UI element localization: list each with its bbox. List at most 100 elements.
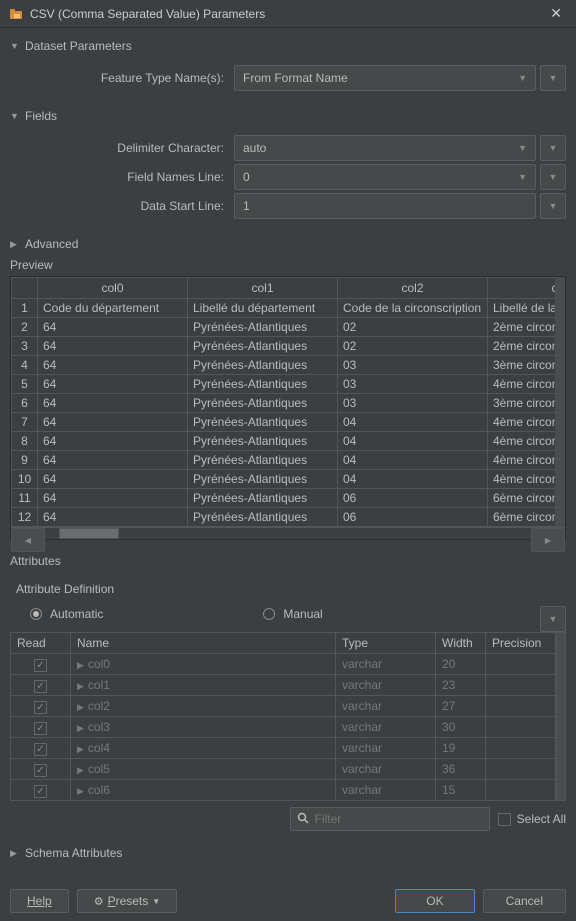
attr-name-cell[interactable]: ▶col2 [71, 696, 336, 717]
cell[interactable]: 04 [338, 470, 488, 489]
cell[interactable]: Pyrénées-Atlantiques [188, 489, 338, 508]
cell[interactable]: 2ème circonscript [488, 318, 556, 337]
data-start-line-input[interactable]: 1 [234, 193, 536, 219]
attr-precision-cell[interactable] [486, 759, 556, 780]
cell[interactable]: 4ème circonscript [488, 413, 556, 432]
cell[interactable]: 64 [38, 375, 188, 394]
attr-header-precision[interactable]: Precision [486, 633, 556, 654]
cell[interactable]: 64 [38, 394, 188, 413]
table-row[interactable]: 864Pyrénées-Atlantiques044ème circonscri… [12, 432, 556, 451]
cell[interactable]: 4ème circonscript [488, 432, 556, 451]
cell[interactable]: 4ème circonscript [488, 375, 556, 394]
attr-precision-cell[interactable] [486, 717, 556, 738]
field-names-line-options-button[interactable]: ▼ [540, 164, 566, 190]
cell[interactable]: 06 [338, 489, 488, 508]
table-row[interactable]: ✓▶col4varchar19 [11, 738, 556, 759]
attr-precision-cell[interactable] [486, 675, 556, 696]
attr-type-cell[interactable]: varchar [336, 780, 436, 801]
attr-type-cell[interactable]: varchar [336, 738, 436, 759]
table-row[interactable]: 1264Pyrénées-Atlantiques066ème circonscr… [12, 508, 556, 527]
attr-type-cell[interactable]: varchar [336, 675, 436, 696]
attr-name-cell[interactable]: ▶col6 [71, 780, 336, 801]
table-row[interactable]: 364Pyrénées-Atlantiques022ème circonscri… [12, 337, 556, 356]
data-start-line-options-button[interactable]: ▼ [540, 193, 566, 219]
vertical-scrollbar[interactable] [556, 632, 566, 801]
table-row[interactable]: ✓▶col1varchar23 [11, 675, 556, 696]
table-row[interactable]: 1064Pyrénées-Atlantiques044ème circonscr… [12, 470, 556, 489]
attr-width-cell[interactable]: 15 [436, 780, 486, 801]
ok-button[interactable]: OK [395, 889, 474, 913]
col-header[interactable]: col2 [338, 278, 488, 299]
attr-precision-cell[interactable] [486, 738, 556, 759]
attribute-definition-options-button[interactable]: ▼ [540, 606, 566, 632]
filter-text-field[interactable] [315, 812, 483, 826]
cell[interactable]: 02 [338, 318, 488, 337]
cell[interactable]: Pyrénées-Atlantiques [188, 318, 338, 337]
col-header[interactable]: col1 [188, 278, 338, 299]
cell[interactable]: 04 [338, 432, 488, 451]
cell[interactable]: 06 [338, 508, 488, 527]
read-checkbox-cell[interactable]: ✓ [11, 717, 71, 738]
cell[interactable]: 64 [38, 356, 188, 375]
table-row[interactable]: 964Pyrénées-Atlantiques044ème circonscri… [12, 451, 556, 470]
cell[interactable]: 04 [338, 451, 488, 470]
cell[interactable]: 02 [338, 337, 488, 356]
section-header-advanced[interactable]: ▶ Advanced [10, 232, 566, 256]
attr-precision-cell[interactable] [486, 696, 556, 717]
cell[interactable]: Pyrénées-Atlantiques [188, 451, 338, 470]
cell[interactable]: Pyrénées-Atlantiques [188, 356, 338, 375]
cell[interactable]: 6ème circonscript [488, 489, 556, 508]
cell[interactable]: 2ème circonscript [488, 337, 556, 356]
read-checkbox-cell[interactable]: ✓ [11, 738, 71, 759]
cell[interactable]: 03 [338, 356, 488, 375]
presets-button[interactable]: ⚙ Presets ▼ [77, 889, 178, 913]
attr-name-cell[interactable]: ▶col4 [71, 738, 336, 759]
attr-precision-cell[interactable] [486, 654, 556, 675]
attr-width-cell[interactable]: 36 [436, 759, 486, 780]
radio-automatic[interactable]: Automatic [30, 607, 103, 621]
table-row[interactable]: 564Pyrénées-Atlantiques034ème circonscri… [12, 375, 556, 394]
attr-width-cell[interactable]: 20 [436, 654, 486, 675]
table-row[interactable]: 664Pyrénées-Atlantiques033ème circonscri… [12, 394, 556, 413]
table-row[interactable]: ✓▶col2varchar27 [11, 696, 556, 717]
attr-width-cell[interactable]: 19 [436, 738, 486, 759]
attr-width-cell[interactable]: 27 [436, 696, 486, 717]
table-row[interactable]: ✓▶col0varchar20 [11, 654, 556, 675]
attr-header-name[interactable]: Name [71, 633, 336, 654]
filter-input[interactable] [290, 807, 490, 831]
cell[interactable]: 6ème circonscript [488, 508, 556, 527]
section-header-schema-attributes[interactable]: ▶ Schema Attributes [10, 841, 566, 865]
close-icon[interactable]: ✕ [544, 3, 568, 24]
table-row[interactable]: 1164Pyrénées-Atlantiques066ème circonscr… [12, 489, 556, 508]
cell[interactable]: Pyrénées-Atlantiques [188, 508, 338, 527]
cell[interactable]: Code de la circonscription [338, 299, 488, 318]
cell[interactable]: 4ème circonscript [488, 451, 556, 470]
cell[interactable]: Libellé du département [188, 299, 338, 318]
cell[interactable]: 03 [338, 375, 488, 394]
section-header-fields[interactable]: ▼ Fields [10, 104, 566, 128]
table-row[interactable]: ✓▶col6varchar15 [11, 780, 556, 801]
cell[interactable]: Pyrénées-Atlantiques [188, 470, 338, 489]
cell[interactable]: 64 [38, 489, 188, 508]
cell[interactable]: 64 [38, 470, 188, 489]
attr-type-cell[interactable]: varchar [336, 654, 436, 675]
attr-name-cell[interactable]: ▶col5 [71, 759, 336, 780]
attr-header-width[interactable]: Width [436, 633, 486, 654]
attr-name-cell[interactable]: ▶col0 [71, 654, 336, 675]
table-row[interactable]: ✓▶col5varchar36 [11, 759, 556, 780]
cell[interactable]: 03 [338, 394, 488, 413]
col-header[interactable]: col0 [38, 278, 188, 299]
help-button[interactable]: Help [10, 889, 69, 913]
cell[interactable]: 64 [38, 508, 188, 527]
cancel-button[interactable]: Cancel [483, 889, 566, 913]
cell[interactable]: Pyrénées-Atlantiques [188, 413, 338, 432]
attr-type-cell[interactable]: varchar [336, 717, 436, 738]
cell[interactable]: 64 [38, 451, 188, 470]
attr-header-type[interactable]: Type [336, 633, 436, 654]
cell[interactable]: Pyrénées-Atlantiques [188, 375, 338, 394]
table-row[interactable]: ✓▶col3varchar30 [11, 717, 556, 738]
feature-type-names-select[interactable]: From Format Name ▼ [234, 65, 536, 91]
feature-type-names-options-button[interactable]: ▼ [540, 65, 566, 91]
delimiter-select[interactable]: auto ▼ [234, 135, 536, 161]
field-names-line-select[interactable]: 0 ▼ [234, 164, 536, 190]
